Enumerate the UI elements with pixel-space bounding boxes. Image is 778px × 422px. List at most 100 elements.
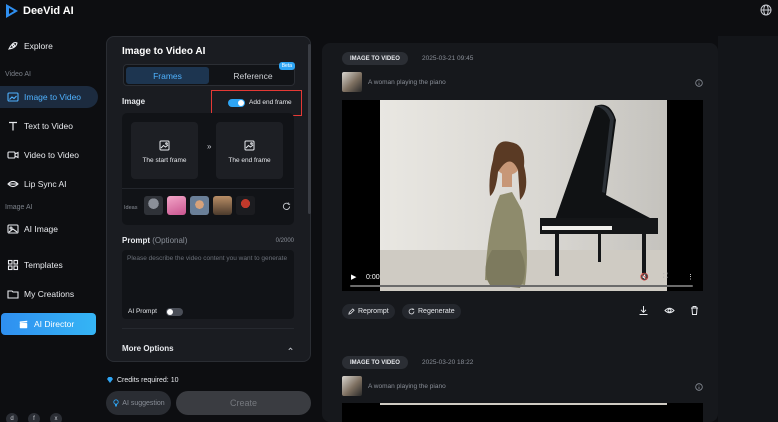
folder-icon bbox=[7, 290, 19, 299]
lips-icon bbox=[7, 180, 19, 188]
end-frame-label: The end frame bbox=[228, 157, 271, 164]
prompt-label-text: Prompt bbox=[122, 236, 150, 245]
sidebar-item-video-to-video[interactable]: Video to Video bbox=[0, 144, 98, 166]
bulb-icon bbox=[113, 399, 119, 407]
credits-text: Credits required: 10 bbox=[117, 376, 179, 384]
credits-required: Credits required: 10 bbox=[106, 376, 178, 384]
result-source-thumbnail[interactable] bbox=[342, 72, 362, 92]
add-image-icon bbox=[159, 140, 170, 151]
info-icon[interactable] bbox=[695, 383, 703, 391]
grid-icon bbox=[7, 259, 19, 271]
sidebar-item-my-creations[interactable]: My Creations bbox=[0, 283, 98, 305]
image-section-label: Image bbox=[122, 97, 146, 106]
idea-thumbnail-1[interactable] bbox=[144, 196, 163, 215]
sidebar-label-my-creations: My Creations bbox=[24, 289, 75, 299]
sidebar-label-templates: Templates bbox=[24, 260, 63, 270]
result-date: 2025-03-21 09:45 bbox=[422, 55, 474, 62]
start-frame-upload[interactable]: The start frame bbox=[131, 122, 198, 179]
sidebar-label-ai-image: AI Image bbox=[24, 224, 59, 234]
reprompt-button[interactable]: Reprompt bbox=[342, 304, 395, 319]
sidebar-item-templates[interactable]: Templates bbox=[0, 254, 98, 276]
result-caption: A woman playing the piano bbox=[368, 79, 446, 86]
sidebar-label-text-to-video: Text to Video bbox=[24, 121, 73, 131]
pencil-icon bbox=[348, 308, 355, 315]
panel-title: Image to Video AI bbox=[122, 46, 206, 57]
divider bbox=[122, 328, 294, 329]
sidebar-label-explore: Explore bbox=[24, 41, 53, 51]
idea-thumbnail-2[interactable] bbox=[167, 196, 186, 215]
video-progress-bar[interactable] bbox=[350, 285, 693, 287]
sidebar-item-text-to-video[interactable]: Text to Video bbox=[0, 115, 98, 137]
compass-icon bbox=[8, 42, 18, 50]
video-time: 0:00 bbox=[366, 274, 380, 281]
result-source-thumbnail[interactable] bbox=[342, 376, 362, 396]
beta-badge: Beta bbox=[278, 62, 295, 70]
trash-icon[interactable] bbox=[689, 305, 700, 316]
ai-prompt-toggle[interactable] bbox=[166, 308, 183, 316]
ai-suggestion-label: AI suggestion bbox=[122, 399, 165, 407]
prompt-char-count: 0/2000 bbox=[275, 238, 294, 244]
ai-prompt-label: AI Prompt bbox=[128, 308, 157, 315]
section-label-image-ai: Image AI bbox=[5, 204, 33, 211]
sidebar-item-image-to-video[interactable]: Image to Video bbox=[0, 86, 98, 108]
regenerate-button[interactable]: Regenerate bbox=[402, 304, 461, 319]
idea-thumbnail-5[interactable] bbox=[236, 196, 255, 215]
globe-icon[interactable] bbox=[760, 4, 772, 16]
idea-thumbnail-4[interactable] bbox=[213, 196, 232, 215]
more-options-toggle[interactable]: More Options bbox=[122, 344, 174, 353]
director-icon bbox=[19, 320, 28, 328]
video-camera-icon bbox=[7, 151, 19, 159]
sidebar-item-ai-image[interactable]: AI Image bbox=[0, 218, 98, 240]
ai-suggestion-button[interactable]: AI suggestion bbox=[106, 391, 171, 415]
result-type-badge: IMAGE TO VIDEO bbox=[342, 52, 408, 65]
video-frame-top-edge bbox=[380, 403, 667, 405]
diamond-icon bbox=[107, 377, 113, 383]
panel-scrollbar[interactable] bbox=[308, 44, 311, 214]
sidebar-item-explore[interactable]: Explore bbox=[0, 35, 98, 57]
more-vertical-icon[interactable]: ⋮ bbox=[687, 273, 694, 281]
frame-arrow-icon: » bbox=[207, 142, 212, 151]
result-type-badge: IMAGE TO VIDEO bbox=[342, 356, 408, 369]
idea-thumbnail-3[interactable] bbox=[190, 196, 209, 215]
info-icon[interactable] bbox=[695, 79, 703, 87]
video-player[interactable]: ▶ 0:00 🔇 ⛶ ⋮ bbox=[342, 100, 703, 291]
tab-frames[interactable]: Frames bbox=[126, 67, 209, 84]
refresh-ideas-icon[interactable] bbox=[282, 202, 291, 211]
video-frame-woman-piano bbox=[380, 100, 667, 291]
play-icon[interactable]: ▶ bbox=[351, 273, 356, 281]
sidebar-label-image-to-video: Image to Video bbox=[24, 92, 82, 102]
prompt-label: Prompt (Optional) bbox=[122, 236, 187, 245]
eye-icon[interactable] bbox=[664, 305, 675, 316]
result-date: 2025-03-20 18:22 bbox=[422, 359, 474, 366]
discord-icon[interactable]: d bbox=[6, 413, 18, 422]
video-player[interactable] bbox=[342, 403, 703, 422]
results-edge bbox=[718, 36, 778, 422]
add-image-icon bbox=[244, 140, 255, 151]
ideas-label: Ideas bbox=[124, 205, 138, 211]
generation-panel: Image to Video AI Frames Reference Beta … bbox=[106, 36, 311, 362]
prompt-optional-text: (Optional) bbox=[152, 236, 188, 245]
text-icon bbox=[9, 121, 17, 131]
section-label-video-ai: Video AI bbox=[5, 71, 31, 78]
sidebar-label-video-to-video: Video to Video bbox=[24, 150, 79, 160]
start-frame-label: The start frame bbox=[142, 157, 187, 164]
mode-tabs: Frames Reference Beta bbox=[123, 62, 295, 86]
download-icon[interactable] bbox=[638, 305, 649, 316]
sidebar-item-lip-sync[interactable]: Lip Sync AI bbox=[0, 173, 98, 195]
chevron-up-icon[interactable] bbox=[287, 345, 294, 352]
facebook-icon[interactable]: f bbox=[28, 413, 40, 422]
divider bbox=[122, 188, 294, 189]
results-feed: IMAGE TO VIDEO 2025-03-21 09:45 A woman … bbox=[322, 43, 718, 422]
deevid-logo-icon[interactable] bbox=[4, 3, 20, 19]
end-frame-upload[interactable]: The end frame bbox=[216, 122, 283, 179]
sidebar-label-lip-sync: Lip Sync AI bbox=[24, 179, 67, 189]
create-button[interactable]: Create bbox=[176, 391, 311, 415]
ai-director-button[interactable]: AI Director bbox=[1, 313, 96, 335]
result-caption: A woman playing the piano bbox=[368, 383, 446, 390]
sidebar: Explore Video AI Image to Video Text to … bbox=[0, 24, 104, 422]
x-twitter-icon[interactable]: x bbox=[50, 413, 62, 422]
top-bar: DeeVid AI bbox=[0, 0, 778, 24]
fullscreen-icon[interactable]: ⛶ bbox=[663, 273, 668, 281]
reprompt-label: Reprompt bbox=[358, 308, 389, 315]
mute-icon[interactable]: 🔇 bbox=[640, 273, 649, 281]
